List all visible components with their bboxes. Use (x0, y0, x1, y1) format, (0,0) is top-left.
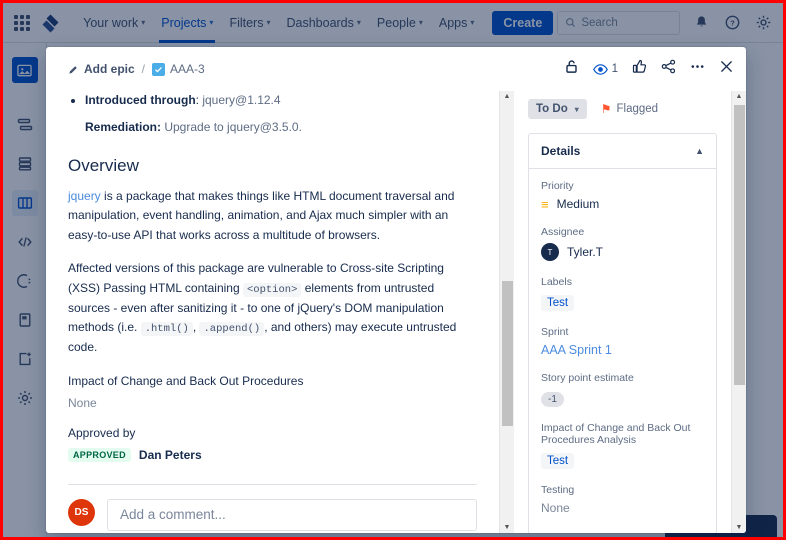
flagged-label: Flagged (616, 103, 659, 115)
field-value-text: Medium (556, 197, 600, 211)
watch-button[interactable]: 1 (592, 62, 618, 77)
scrollbar-thumb[interactable] (734, 105, 745, 385)
field-label: Testing (541, 484, 575, 496)
details-scrollbar[interactable]: ▲ ▼ (731, 91, 746, 533)
description-scroll-region: Introduced through: jquery@1.12.4 Remedi… (46, 91, 499, 533)
add-epic-button[interactable]: Add epic (68, 62, 135, 76)
scrollbar-thumb[interactable] (502, 281, 513, 426)
unlock-icon[interactable] (564, 59, 579, 79)
scroll-down-arrow-icon[interactable]: ▼ (504, 524, 511, 531)
issue-details-column: To Do ▾ ⚑ Flagged Details ▲ Priority ≡ M… (514, 91, 746, 533)
field-sprint: Sprint AAA Sprint 1 (541, 326, 704, 357)
comment-area: DS Add a comment... Pro tip: press M to … (68, 483, 477, 533)
issue-key-link[interactable]: AAA-3 (152, 62, 205, 76)
share-icon[interactable] (661, 59, 676, 79)
remediation-value: Upgrade to jquery@3.5.0. (164, 120, 302, 134)
field-label: Labels (541, 276, 572, 288)
chevron-down-icon: ▾ (574, 104, 579, 114)
field-value[interactable]: -1 (541, 392, 564, 407)
description-scrollbar[interactable]: ▲ ▼ (499, 91, 514, 533)
status-dropdown[interactable]: To Do ▾ (528, 99, 587, 119)
field-priority: Priority ≡ Medium (541, 180, 704, 211)
issue-detail-modal: Add epic / AAA-3 1 • Introduced through:… (46, 47, 746, 533)
field-value[interactable]: T Tyler.T (541, 243, 704, 261)
comment-input[interactable]: Add a comment... (107, 498, 477, 531)
status-label: To Do (536, 103, 568, 115)
details-panel: Details ▲ Priority ≡ Medium Assignee T T… (528, 133, 717, 533)
vulnerability-bullets: Introduced through: jquery@1.12.4 (68, 91, 477, 109)
scroll-up-arrow-icon[interactable]: ▲ (504, 93, 511, 100)
field-label: Story point estimate (541, 372, 634, 384)
watch-count: 1 (611, 63, 618, 75)
field-value[interactable]: None (541, 501, 704, 515)
status-badge: APPROVED (68, 447, 131, 462)
field-impact-analysis: Impact of Change and Back Out Procedures… (541, 422, 704, 469)
field-story-point-estimate: Story point estimate -1 (541, 372, 704, 407)
modal-body: Introduced through: jquery@1.12.4 Remedi… (46, 91, 746, 533)
breadcrumb: Add epic / AAA-3 (68, 62, 205, 76)
code-html-method: .html() (140, 322, 193, 337)
more-ellipsis-icon[interactable] (690, 59, 705, 79)
modal-header-actions: 1 (564, 59, 734, 79)
breadcrumb-separator: / (141, 62, 146, 76)
issue-key-label: AAA-3 (170, 62, 205, 76)
flag-icon: ⚑ (600, 102, 612, 116)
approver-name: Dan Peters (138, 447, 202, 462)
jquery-link[interactable]: jquery (68, 189, 101, 203)
add-epic-label: Add epic (84, 62, 135, 76)
avatar: DS (68, 498, 95, 526)
eye-watch-icon (592, 63, 608, 75)
field-value[interactable]: Test (541, 453, 575, 469)
remediation-label: Remediation: (85, 120, 165, 134)
issue-description-column: Introduced through: jquery@1.12.4 Remedi… (46, 91, 514, 533)
comment-row: DS Add a comment... (68, 498, 477, 531)
field-labels: Labels Test (541, 276, 704, 311)
list-item: Introduced through: jquery@1.12.4 (85, 91, 477, 109)
overview-paragraph-1-rest: is a package that makes things like HTML… (68, 189, 455, 242)
impact-field-value: None (68, 395, 97, 410)
remediation-line: Remediation: Upgrade to jquery@3.5.0. (85, 120, 477, 134)
overview-paragraph-2: Affected versions of this package are vu… (68, 259, 477, 357)
field-value[interactable]: ≡ Medium (541, 197, 704, 211)
chevron-up-icon[interactable]: ▲ (695, 146, 704, 156)
pencil-icon (69, 65, 77, 74)
overview-paragraph-1: jquery is a package that makes things li… (68, 187, 477, 245)
impact-field-label: Impact of Change and Back Out Procedures (68, 373, 304, 388)
field-value[interactable]: Test (541, 295, 575, 311)
scroll-down-arrow-icon[interactable]: ▼ (736, 524, 743, 531)
status-row: To Do ▾ ⚑ Flagged (528, 99, 717, 119)
priority-medium-icon: ≡ (541, 196, 549, 212)
details-panel-header[interactable]: Details ▲ (529, 134, 716, 169)
approved-by-row: APPROVED Dan Peters (68, 447, 477, 462)
introduced-through-value: jquery@1.12.4 (202, 93, 281, 107)
field-testing: Testing None (541, 484, 704, 515)
code-append-method: .append() (199, 322, 265, 337)
avatar: T (541, 243, 559, 261)
field-label: Impact of Change and Back Out Procedures… (541, 422, 691, 446)
details-title: Details (541, 144, 581, 158)
field-label: Priority (541, 180, 574, 192)
field-value-text: Tyler.T (567, 245, 604, 259)
field-assignee: Assignee T Tyler.T (541, 226, 704, 261)
task-checkbox-icon (152, 62, 166, 76)
field-label: Sprint (541, 326, 569, 338)
thumbs-up-icon[interactable] (632, 59, 647, 79)
modal-header: Add epic / AAA-3 1 (46, 47, 746, 91)
approved-by-label: Approved by (68, 425, 136, 440)
comment-placeholder: Add a comment... (120, 507, 226, 523)
introduced-through-label: Introduced through (85, 93, 196, 107)
close-x-icon[interactable] (719, 59, 734, 79)
field-value[interactable]: AAA Sprint 1 (541, 343, 704, 357)
code-option-tag: <option> (242, 282, 302, 297)
flagged-indicator: ⚑ Flagged (601, 102, 658, 116)
overview-heading: Overview (68, 156, 139, 175)
field-label: Assignee (541, 226, 585, 238)
details-scroll-region: To Do ▾ ⚑ Flagged Details ▲ Priority ≡ M… (514, 91, 731, 533)
screenshot-frame: Your work ▾ Projects ▾ Filters ▾ Dashboa… (0, 0, 786, 540)
scroll-up-arrow-icon[interactable]: ▲ (736, 93, 743, 100)
details-panel-body: Priority ≡ Medium Assignee T Tyler.T Lab… (529, 169, 716, 533)
